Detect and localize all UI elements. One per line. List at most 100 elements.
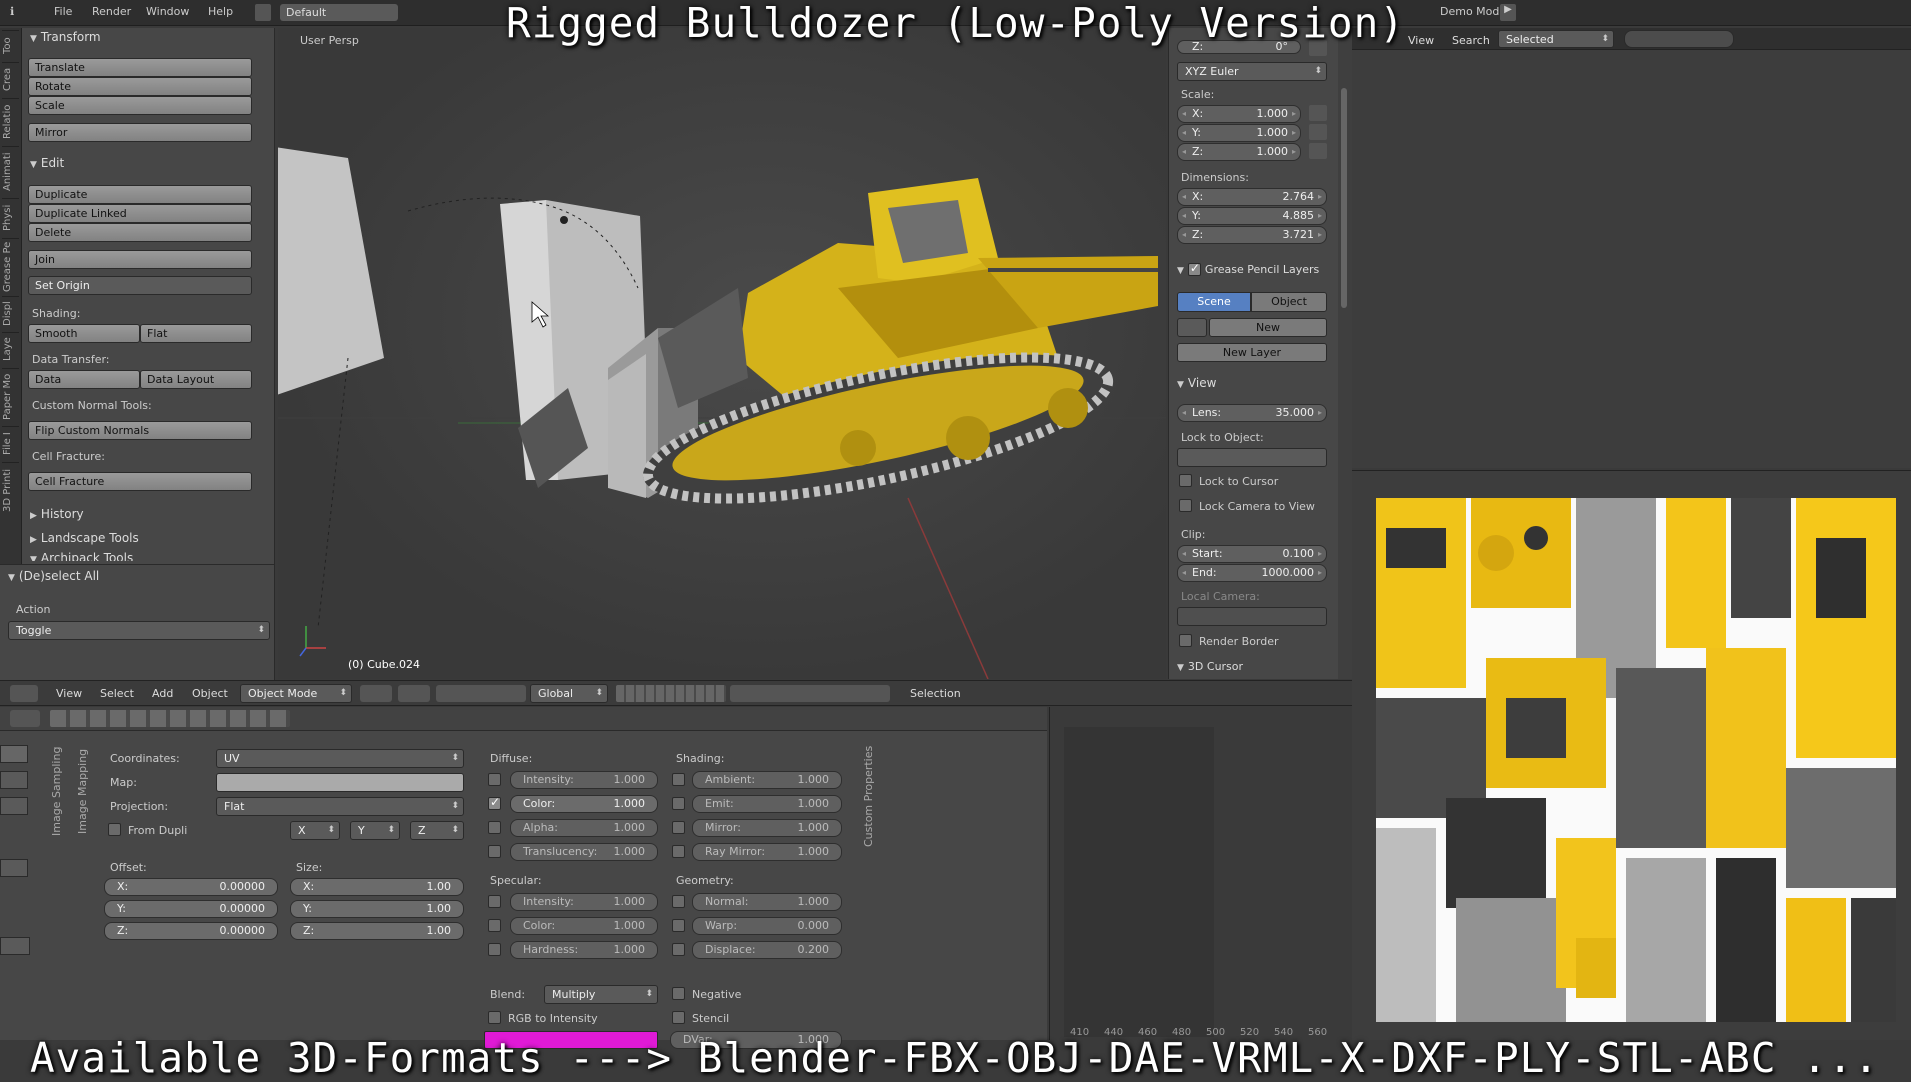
flat-button[interactable]: Flat [140, 324, 252, 343]
mode-dropdown[interactable]: Object Mode [240, 684, 352, 703]
pencil-icon[interactable] [1177, 318, 1207, 337]
lock-to-cursor-checkbox[interactable] [1179, 474, 1192, 487]
specular-color-checkbox[interactable] [488, 919, 501, 932]
warp-field[interactable]: Warp: 0.000 [692, 917, 842, 935]
rotate-button[interactable]: Rotate [28, 77, 252, 96]
projection-dropdown[interactable]: Flat [216, 797, 464, 816]
z-axis-dropdown[interactable]: Z [410, 821, 464, 840]
warp-checkbox[interactable] [672, 919, 685, 932]
ray-mirror-field[interactable]: Ray Mirror: 1.000 [692, 843, 842, 861]
new-layer-button[interactable]: New Layer [1177, 343, 1327, 362]
deselect-all-header[interactable]: ▼ (De)select All [8, 569, 99, 583]
translate-button[interactable]: Translate [28, 58, 252, 77]
tab-create[interactable]: Crea [2, 62, 19, 96]
properties-editor-icon[interactable] [10, 710, 40, 727]
dimension-z-field[interactable]: ◂ Z: 3.721 ▸ [1177, 226, 1327, 244]
emit-field[interactable]: Emit: 1.000 [692, 795, 842, 813]
from-dupli-checkbox[interactable] [108, 823, 121, 836]
tab-image-mapping[interactable]: Image Mapping [76, 741, 93, 841]
specular-intensity-checkbox[interactable] [488, 895, 501, 908]
lock-icon[interactable] [1309, 143, 1327, 159]
mirror-field[interactable]: Mirror: 1.000 [692, 819, 842, 837]
tab-grease-pencil[interactable]: Grease Pe [2, 238, 19, 294]
object-menu[interactable]: Object [192, 687, 228, 700]
tab-layers[interactable]: Laye [2, 332, 19, 366]
join-button[interactable]: Join [28, 250, 252, 269]
stencil-checkbox[interactable] [672, 1011, 685, 1024]
tab-file-io[interactable]: File I [2, 426, 19, 460]
rotation-mode-dropdown[interactable]: XYZ Euler [1177, 62, 1327, 81]
specular-hardness-field[interactable]: Hardness: 1.000 [510, 941, 658, 959]
snapping-icons[interactable] [730, 685, 890, 702]
set-origin-dropdown[interactable]: Set Origin [28, 276, 252, 295]
tab-animation[interactable]: Animati [2, 146, 19, 196]
lock-object-field[interactable] [1177, 448, 1327, 467]
n-panel-scrollbar[interactable] [1338, 28, 1352, 679]
diffuse-color-checkbox[interactable] [488, 795, 501, 810]
menu-render[interactable]: Render [92, 5, 131, 18]
info-icon[interactable]: ℹ [10, 5, 14, 18]
clip-end-field[interactable]: ◂ End: 1000.000 ▸ [1177, 564, 1327, 582]
scale-x-field[interactable]: ◂ X: 1.000 ▸ [1177, 105, 1301, 123]
search-input[interactable] [1624, 30, 1734, 48]
manipulator-icons[interactable] [436, 685, 526, 702]
normal-field[interactable]: Normal: 1.000 [692, 893, 842, 911]
history-panel-header[interactable]: ▶ History [30, 507, 84, 521]
normal-checkbox[interactable] [672, 895, 685, 908]
shading-mode-icon[interactable] [360, 685, 392, 702]
layout-selector[interactable]: Default [280, 4, 398, 21]
pivot-icon[interactable] [398, 685, 430, 702]
tab-physics[interactable]: Physi [2, 198, 19, 236]
diffuse-alpha-checkbox[interactable] [488, 821, 501, 834]
delete-button[interactable]: Delete [28, 223, 252, 242]
right-view-menu[interactable]: View [1408, 34, 1434, 47]
diffuse-translucency-field[interactable]: Translucency: 1.000 [510, 843, 658, 861]
orientation-dropdown[interactable]: Global [530, 684, 608, 703]
diffuse-intensity-checkbox[interactable] [488, 773, 501, 786]
cell-fracture-button[interactable]: Cell Fracture [28, 472, 252, 491]
layout-icon[interactable] [255, 4, 271, 21]
side-button[interactable] [0, 859, 28, 877]
editor-type-icon[interactable] [10, 685, 38, 702]
play-icon[interactable]: ▶ [1500, 4, 1516, 21]
archipack-panel-header[interactable]: ▼ Archipack Tools [30, 551, 133, 561]
duplicate-button[interactable]: Duplicate [28, 185, 252, 204]
size-z-field[interactable]: Z: 1.00 [290, 922, 464, 940]
dimension-y-field[interactable]: ◂ Y: 4.885 ▸ [1177, 207, 1327, 225]
size-y-field[interactable]: Y: 1.00 [290, 900, 464, 918]
mirror-button[interactable]: Mirror [28, 123, 252, 142]
lens-field[interactable]: ◂ Lens: 35.000 ▸ [1177, 404, 1327, 422]
flip-custom-normals-button[interactable]: Flip Custom Normals [28, 421, 252, 440]
clip-start-field[interactable]: ◂ Start: 0.100 ▸ [1177, 545, 1327, 563]
tab-display[interactable]: Displ [2, 296, 19, 330]
tab-tools[interactable]: Too [2, 30, 19, 60]
tab-relations[interactable]: Relatio [2, 98, 19, 144]
tab-3d-printing[interactable]: 3D Printi [2, 462, 19, 518]
scale-y-field[interactable]: ◂ Y: 1.000 ▸ [1177, 124, 1301, 142]
local-camera-field[interactable] [1177, 607, 1327, 626]
coordinates-dropdown[interactable]: UV [216, 749, 464, 768]
specular-hardness-checkbox[interactable] [488, 943, 501, 956]
grease-pencil-checkbox[interactable] [1187, 261, 1201, 276]
grease-scene-tab[interactable]: Scene [1177, 292, 1251, 312]
render-border-checkbox[interactable] [1179, 634, 1192, 647]
offset-x-field[interactable]: X: 0.00000 [104, 878, 278, 896]
lock-icon[interactable] [1309, 124, 1327, 140]
view-menu[interactable]: View [56, 687, 82, 700]
view-panel-header[interactable]: ▼ View [1177, 376, 1216, 390]
add-menu[interactable]: Add [152, 687, 173, 700]
close-icon[interactable] [0, 745, 28, 763]
specular-color-field[interactable]: Color: 1.000 [510, 917, 658, 935]
diffuse-translucency-checkbox[interactable] [488, 845, 501, 858]
transform-panel-header[interactable]: ▼ Transform [30, 30, 101, 44]
lock-icon[interactable] [1309, 40, 1327, 56]
blend-dropdown[interactable]: Multiply [544, 985, 658, 1004]
select-menu[interactable]: Select [100, 687, 134, 700]
layer-buttons[interactable] [616, 685, 726, 702]
mirror-checkbox[interactable] [672, 821, 685, 834]
scale-button[interactable]: Scale [28, 96, 252, 115]
grease-object-tab[interactable]: Object [1251, 292, 1327, 312]
timeline-area[interactable]: 410 440 460 480 500 520 540 560 [1049, 707, 1352, 1040]
displace-checkbox[interactable] [672, 943, 685, 956]
rgb-to-intensity-checkbox[interactable] [488, 1011, 501, 1024]
